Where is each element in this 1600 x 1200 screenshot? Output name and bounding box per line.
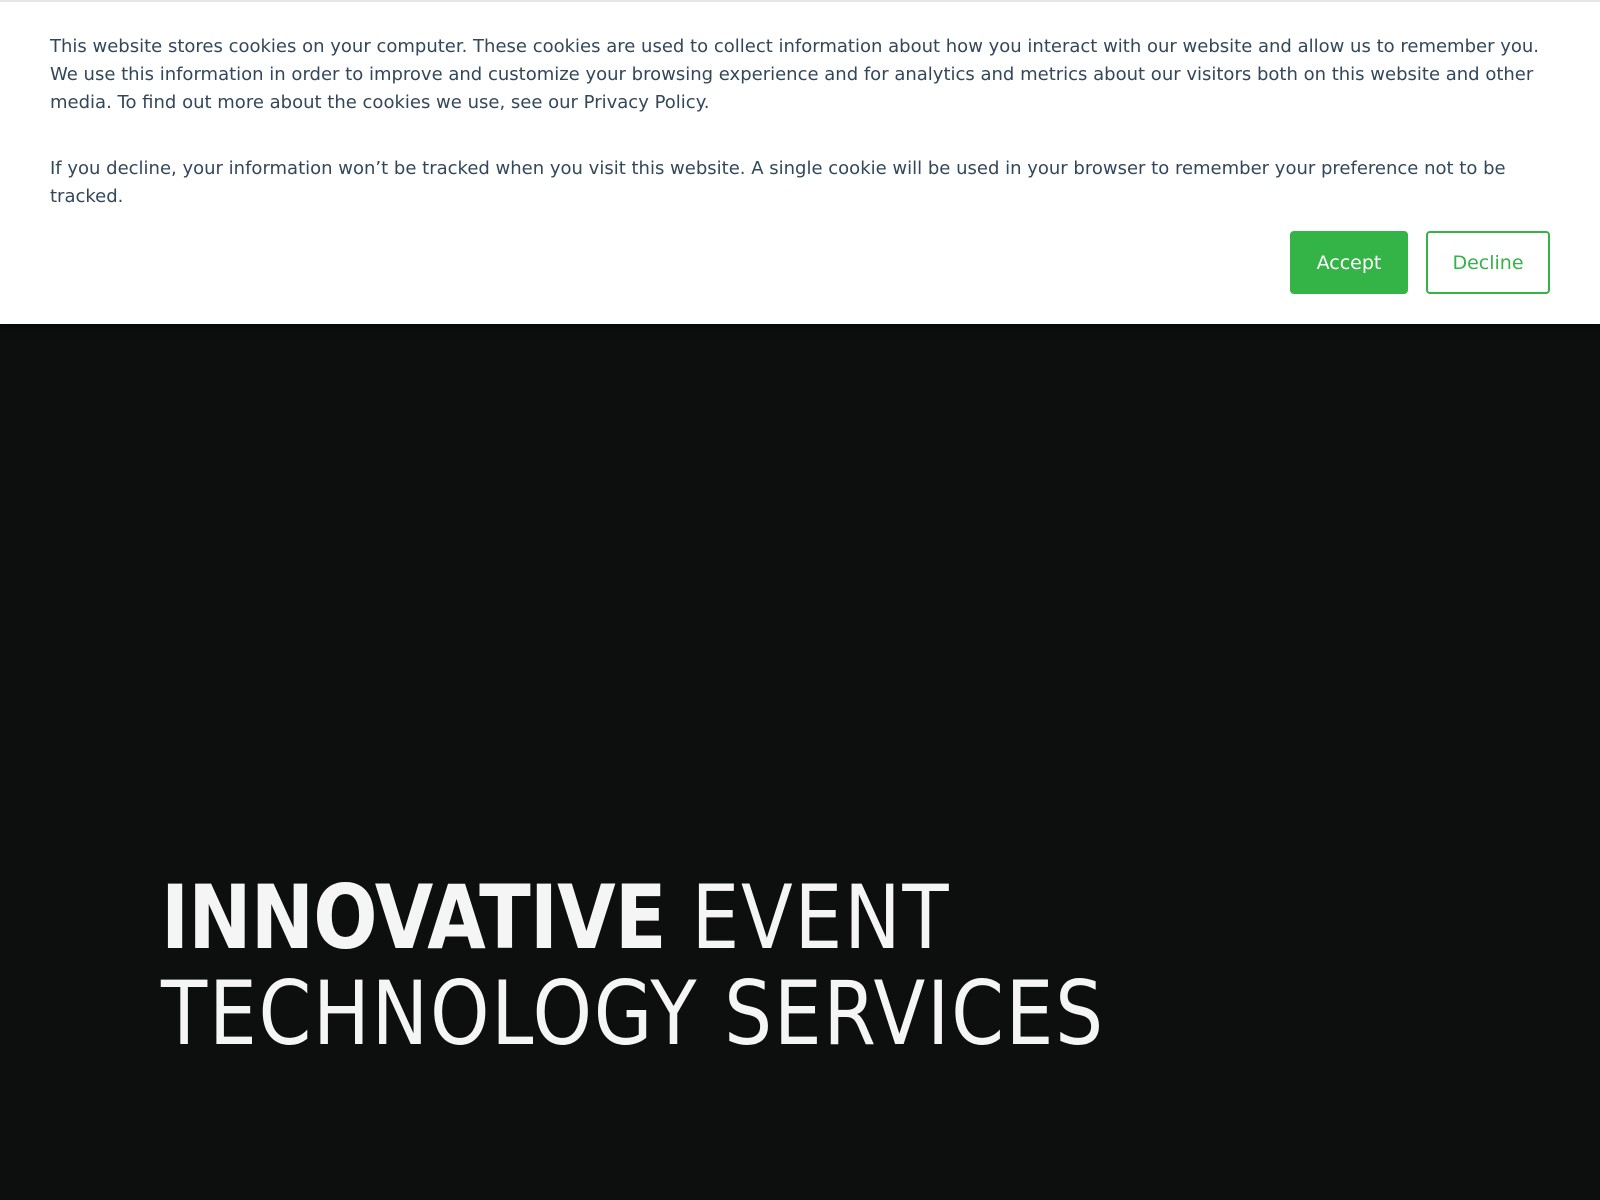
hero-headline: INNOVATIVE EVENT TECHNOLOGY SERVICES	[161, 870, 1105, 1062]
cookie-policy-text: This website stores cookies on your comp…	[50, 36, 1539, 113]
accept-button[interactable]: Accept	[1290, 231, 1408, 294]
hero-headline-bold: INNOVATIVE	[161, 866, 667, 969]
hero-headline-event: EVENT	[691, 866, 951, 969]
hero-headline-line2: TECHNOLOGY SERVICES	[161, 962, 1105, 1065]
cookie-decline-info-text: If you decline, your information won’t b…	[50, 158, 1506, 207]
page: INNOVATIVE EVENT TECHNOLOGY SERVICES Thi…	[0, 0, 1600, 1200]
cookie-banner: This website stores cookies on your comp…	[0, 0, 1600, 324]
decline-button[interactable]: Decline	[1426, 231, 1550, 294]
